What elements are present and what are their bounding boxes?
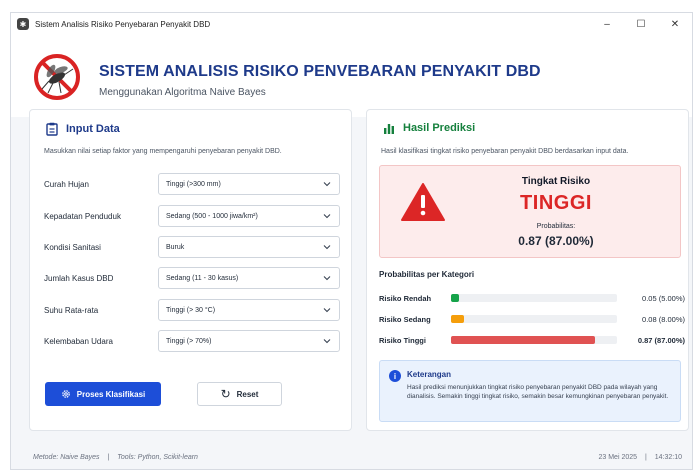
field-label: Kondisi Sanitasi: [44, 242, 101, 252]
clipboard-icon: [46, 122, 58, 136]
close-button[interactable]: ✕: [658, 13, 692, 35]
field-suhu-rata-rata: Suhu Rata-rata Tinggi (> 30 °C): [44, 299, 340, 321]
proses-klasifikasi-label: Proses Klasifikasi: [76, 389, 146, 399]
gear-icon: [61, 390, 70, 398]
reset-label: Reset: [236, 389, 259, 399]
result-card-title: Hasil Prediksi: [383, 122, 475, 134]
risk-summary-box: Tingkat Risiko TINGGI Probabilitas: 0.87…: [379, 165, 681, 258]
probability-bar-fill: [451, 294, 460, 302]
risk-level-value: TINGGI: [520, 192, 592, 214]
category-name: Risiko Rendah: [379, 293, 432, 303]
select-value: Tinggi (>300 mm): [166, 180, 221, 188]
field-label: Kepadatan Penduduk: [44, 211, 121, 221]
select-value: Sedang (500 - 1000 jiwa/km²): [166, 212, 258, 220]
risk-level-label: Tingkat Risiko: [521, 176, 591, 187]
input-card-title-text: Input Data: [66, 123, 120, 135]
footer-method: Metode: Naive Bayes: [33, 453, 100, 461]
probability-bar-track: [451, 336, 617, 344]
app-header: SISTEM ANALISIS RISIKO PENVEBARAN PENYAK…: [11, 35, 692, 117]
category-name: Risiko Sedang: [379, 314, 431, 324]
chevron-down-icon: [323, 339, 331, 344]
result-card-title-text: Hasil Prediksi: [403, 122, 476, 134]
probability-bar-track: [451, 315, 617, 323]
jumlah-kasus-select[interactable]: Sedang (11 - 30 kasus): [158, 267, 340, 289]
probability-bar-track: [451, 294, 617, 302]
minimize-button[interactable]: –: [590, 13, 624, 35]
suhu-rata-rata-select[interactable]: Tinggi (> 30 °C): [158, 299, 340, 321]
reset-icon: ↻: [220, 387, 231, 401]
select-value: Buruk: [166, 243, 185, 251]
footer-left: Metode: Naive Bayes | Tools: Python, Sci…: [33, 453, 198, 461]
select-value: Tinggi (> 70%): [166, 337, 212, 345]
probability-label: Probabilitas:: [536, 223, 576, 230]
footer-right: 23 Mei 2025 | 14:32:10: [598, 453, 682, 461]
curah-hujan-select[interactable]: Tinggi (>300 mm): [158, 173, 340, 195]
footer-time: 14:32:10: [654, 453, 682, 461]
chevron-down-icon: [323, 214, 331, 219]
kondisi-sanitasi-select[interactable]: Buruk: [158, 236, 340, 258]
bar-chart-icon: [384, 124, 394, 134]
field-kondisi-sanitasi: Kondisi Sanitasi Buruk: [44, 236, 340, 258]
app-subtitle: Menggunakan Algoritma Naive Bayes: [99, 87, 266, 98]
title-bar: ✱ Sistem Analisis Risiko Penyebaran Peny…: [11, 13, 692, 35]
field-kepadatan-penduduk: Kepadatan Penduduk Sedang (500 - 1000 ji…: [44, 205, 340, 227]
field-kelembaban-udara: Kelembaban Udara Tinggi (> 70%): [44, 330, 340, 352]
proses-klasifikasi-button[interactable]: Proses Klasifikasi: [45, 382, 161, 406]
mosquito-ban-icon: [34, 54, 80, 100]
category-row-tinggi: Risiko Tinggi 0.87 (87.00%): [379, 334, 685, 346]
app-window: ✱ Sistem Analisis Risiko Penyebaran Peny…: [10, 12, 693, 470]
input-data-card: Input Data Masukkan nilai setiap faktor …: [29, 109, 352, 431]
probability-bar-fill: [451, 315, 465, 323]
field-label: Jumlah Kasus DBD: [44, 273, 114, 283]
field-label: Suhu Rata-rata: [44, 305, 99, 315]
category-row-rendah: Risiko Rendah 0.05 (5.00%): [379, 292, 685, 304]
footer-date: 23 Mei 2025: [598, 453, 638, 461]
app-icon: ✱: [17, 18, 29, 30]
keterangan-text: Hasil prediksi menunjukkan tingkat risik…: [407, 384, 669, 400]
probability-value: 0.87 (87.00%): [518, 234, 594, 248]
select-value: Sedang (11 - 30 kasus): [166, 274, 239, 282]
warning-icon: [401, 183, 445, 221]
category-value: 0.87 (87.00%): [637, 335, 685, 345]
chevron-down-icon: [323, 245, 331, 250]
category-value: 0.08 (8.00%): [642, 314, 685, 324]
select-value: Tinggi (> 30 °C): [166, 306, 216, 314]
chevron-down-icon: [323, 276, 331, 281]
window-title: Sistem Analisis Risiko Penyebaran Penyak…: [35, 19, 211, 29]
chevron-down-icon: [323, 308, 331, 313]
field-label: Kelembaban Udara: [44, 336, 113, 346]
field-jumlah-kasus: Jumlah Kasus DBD Sedang (11 - 30 kasus): [44, 267, 340, 289]
info-icon: i: [389, 370, 401, 382]
category-row-sedang: Risiko Sedang 0.08 (8.00%): [379, 313, 685, 325]
field-label: Curah Hujan: [44, 179, 89, 189]
probability-bar-fill: [451, 336, 596, 344]
kepadatan-penduduk-select[interactable]: Sedang (500 - 1000 jiwa/km²): [158, 205, 340, 227]
category-value: 0.05 (5.00%): [642, 293, 685, 303]
footer-tools: Tools: Python, Scikit-learn: [117, 453, 198, 461]
input-card-description: Masukkan nilai setiap faktor yang mempen…: [44, 148, 282, 155]
status-footer: Metode: Naive Bayes | Tools: Python, Sci…: [11, 443, 692, 469]
result-card-description: Hasil klasifikasi tingkat risiko penyeba…: [381, 148, 629, 155]
chevron-down-icon: [323, 182, 331, 187]
field-curah-hujan: Curah Hujan Tinggi (>300 mm): [44, 173, 340, 195]
kelembaban-udara-select[interactable]: Tinggi (> 70%): [158, 330, 340, 352]
hasil-prediksi-card: Hasil Prediksi Hasil klasifikasi tingkat…: [366, 109, 689, 431]
input-card-title: Input Data: [46, 122, 120, 136]
category-probability-title: Probabilitas per Kategori: [379, 270, 475, 279]
app-title: SISTEM ANALISIS RISIKO PENVEBARAN PENYAK…: [99, 63, 541, 80]
keterangan-box: i Keterangan Hasil prediksi menunjukkan …: [379, 360, 681, 422]
keterangan-title: Keterangan: [407, 370, 452, 379]
maximize-button[interactable]: ☐: [624, 13, 658, 35]
category-name: Risiko Tinggi: [379, 335, 426, 345]
reset-button[interactable]: ↻ Reset: [197, 382, 282, 406]
